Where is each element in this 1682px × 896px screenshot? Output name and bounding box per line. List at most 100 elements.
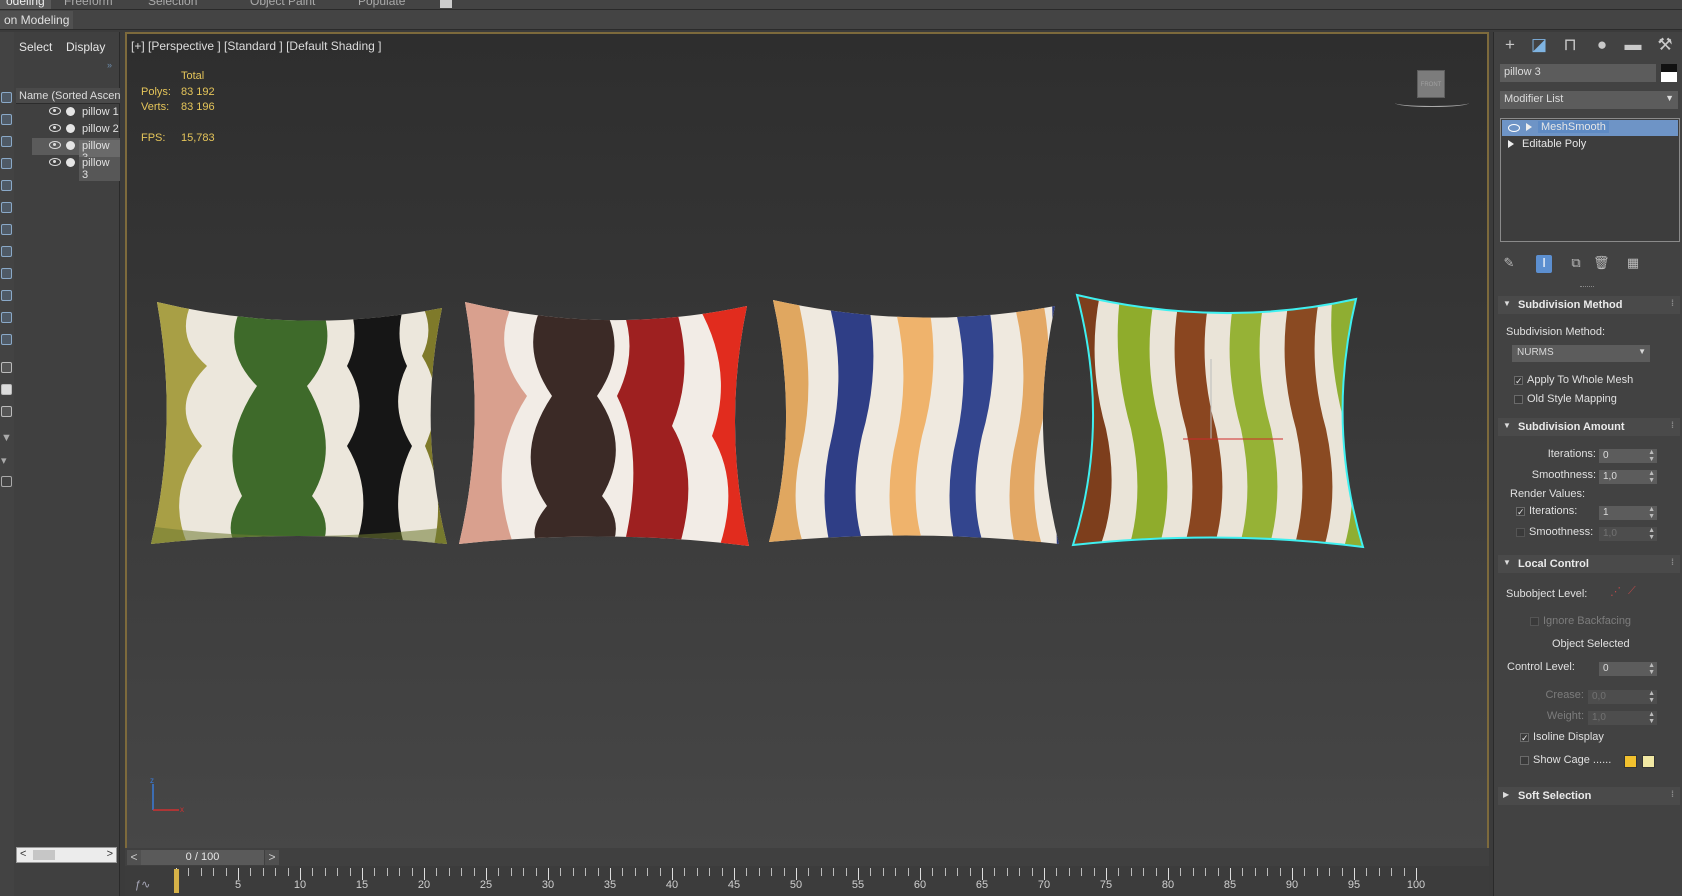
render-iterations-checkbox[interactable]: ✓ — [1516, 507, 1525, 517]
pillow-1-model[interactable] — [147, 296, 457, 554]
group-tool-icon[interactable] — [1, 224, 12, 235]
display-tab-icon[interactable]: ▬ — [1620, 34, 1646, 56]
funnel-icon[interactable]: ▾ — [1, 454, 12, 467]
ribbon-tab-populate[interactable]: Populate — [358, 0, 405, 8]
visibility-eye-icon[interactable] — [49, 158, 61, 166]
pillow-3-model[interactable] — [767, 296, 1067, 554]
crease-spinner[interactable]: 0,0 ▲ ▼ — [1588, 690, 1657, 704]
current-frame-marker[interactable] — [174, 869, 179, 893]
panel-grip[interactable] — [1580, 286, 1594, 288]
scroll-left-icon[interactable]: < — [20, 848, 26, 860]
select-tool-icon[interactable] — [1, 92, 12, 103]
show-cage-checkbox[interactable] — [1520, 756, 1529, 765]
properties-tool-icon[interactable] — [1, 406, 12, 417]
motion-tab-icon[interactable]: ● — [1589, 34, 1615, 56]
visibility-eye-icon[interactable] — [49, 107, 61, 115]
rollout-subdivision-amount[interactable]: ▼ Subdivision Amount ⁞ — [1498, 418, 1680, 436]
object-color-swatch[interactable] — [1661, 64, 1677, 82]
spinner-arrows-icon[interactable]: ▲ ▼ — [1648, 506, 1655, 520]
iterations-spinner[interactable]: 0 ▲ ▼ — [1599, 449, 1657, 463]
polygon-modeling-label[interactable]: on Modeling — [0, 11, 74, 29]
modifier-eye-icon[interactable] — [1508, 124, 1520, 132]
bone-tool-icon[interactable] — [1, 268, 12, 279]
curve-editor-icon[interactable]: ƒ∿ — [135, 878, 150, 891]
ribbon-tab-selection[interactable]: Selection — [148, 0, 197, 8]
control-level-spinner[interactable]: 0 ▲ ▼ — [1599, 662, 1657, 676]
visibility-eye-icon[interactable] — [49, 124, 61, 132]
collapse-icon[interactable]: » — [107, 60, 112, 70]
frame-ruler[interactable]: 5 10 15 20 25 30 35 40 45 50 55 60 65 70 75 80 85 90 95 100 — [176, 866, 1425, 896]
track-bar[interactable]: ƒ∿ 5 10 15 20 25 30 35 40 45 50 55 60 65 70 75 80 85 90 95… — [125, 866, 1489, 896]
ribbon-options-icon[interactable] — [440, 0, 452, 8]
viewport-label[interactable]: [+] [Perspective ] [Standard ] [Default … — [131, 39, 381, 53]
utilities-tab-icon[interactable]: ⚒ — [1652, 34, 1678, 56]
show-end-result-icon[interactable]: I — [1536, 255, 1552, 273]
pillow-4-model-selected[interactable] — [1071, 289, 1371, 557]
object-name-field[interactable]: pillow 3 — [1500, 64, 1656, 82]
display-tool-icon[interactable] — [1, 114, 12, 125]
settings-tool-icon[interactable] — [1, 312, 12, 323]
hierarchy-tab-icon[interactable]: ⊓ — [1557, 34, 1583, 56]
frame-counter[interactable]: 0 / 100 — [141, 850, 264, 865]
list-item[interactable]: pillow 3 — [32, 155, 120, 181]
scroll-thumb[interactable] — [33, 850, 55, 860]
spinner-arrows-icon[interactable]: ▲ ▼ — [1648, 470, 1655, 484]
spinner-arrows-icon[interactable]: ▲ ▼ — [1648, 449, 1655, 463]
xref-tool-icon[interactable] — [1, 246, 12, 257]
name-column-header[interactable]: Name (Sorted Ascending) — [16, 88, 120, 104]
rollout-pin-icon[interactable]: ⁞ — [1671, 298, 1674, 308]
create-tab-icon[interactable]: + — [1497, 34, 1523, 56]
modify-tab-icon[interactable]: ◪ — [1526, 34, 1552, 56]
configure-sets-icon[interactable]: ▦ — [1625, 255, 1641, 273]
rollout-subdivision-method[interactable]: ▼ Subdivision Method ⁞ — [1498, 296, 1680, 314]
previous-frame-button[interactable]: < — [127, 850, 141, 865]
perspective-viewport[interactable]: [+] [Perspective ] [Standard ] [Default … — [125, 32, 1489, 851]
time-slider[interactable]: < 0 / 100 > — [125, 848, 1489, 868]
old-style-mapping-checkbox[interactable] — [1514, 395, 1523, 404]
spacewarp-tool-icon[interactable] — [1, 202, 12, 213]
viewcube-ring[interactable] — [1395, 99, 1469, 107]
list-item[interactable]: pillow 1 — [32, 104, 120, 121]
rollout-pin-icon[interactable]: ⁞ — [1671, 789, 1674, 799]
container-tool-icon[interactable] — [1, 290, 12, 301]
isoline-display-checkbox[interactable]: ✓ — [1520, 733, 1529, 743]
camera-tool-icon[interactable] — [1, 158, 12, 169]
next-frame-button[interactable]: > — [265, 850, 279, 865]
spinner-arrows-icon[interactable]: ▲ ▼ — [1648, 662, 1655, 676]
edge-level-icon[interactable]: ⟋ — [1628, 585, 1636, 598]
spinner-arrows-icon[interactable]: ▲ ▼ — [1648, 711, 1655, 725]
rollout-local-control[interactable]: ▼ Local Control ⁞ — [1498, 555, 1680, 573]
render-smoothness-spinner[interactable]: 1,0 ▲ ▼ — [1599, 527, 1657, 541]
list-tool-icon[interactable] — [1, 362, 12, 373]
ribbon-tab-modeling[interactable]: odeling — [0, 0, 51, 9]
scroll-right-icon[interactable]: > — [107, 848, 113, 860]
stack-item-editable-poly[interactable]: Editable Poly — [1502, 137, 1678, 153]
vertex-level-icon[interactable]: ⋰ — [1610, 585, 1621, 598]
rollout-soft-selection[interactable]: ▶ Soft Selection ⁞ — [1498, 787, 1680, 805]
weight-spinner[interactable]: 1,0 ▲ ▼ — [1588, 711, 1657, 725]
helper-tool-icon[interactable] — [1, 180, 12, 191]
explorer-horizontal-scrollbar[interactable]: < > — [16, 847, 117, 863]
make-unique-icon[interactable]: ⧉ — [1568, 255, 1584, 273]
visibility-eye-icon[interactable] — [49, 141, 61, 149]
clipboard-icon[interactable] — [1, 476, 12, 487]
apply-whole-mesh-checkbox[interactable]: ✓ — [1514, 376, 1523, 386]
spinner-arrows-icon[interactable]: ▲ ▼ — [1648, 690, 1655, 704]
expand-arrow-icon[interactable] — [1508, 140, 1514, 148]
ribbon-tab-object-paint[interactable]: Object Paint — [250, 0, 315, 8]
explorer-menu-select[interactable]: Select — [19, 40, 52, 54]
filter-icon[interactable]: ▼ — [1, 432, 12, 444]
modifier-list-dropdown[interactable]: Modifier List ▼ — [1500, 91, 1678, 109]
visibility-tool-icon[interactable] — [1, 334, 12, 345]
pillow-2-model[interactable] — [457, 296, 757, 554]
render-iterations-spinner[interactable]: 1 ▲ ▼ — [1599, 506, 1657, 520]
spinner-arrows-icon[interactable]: ▲ ▼ — [1648, 527, 1655, 541]
smoothness-spinner[interactable]: 1,0 ▲ ▼ — [1599, 470, 1657, 484]
rollout-pin-icon[interactable]: ⁞ — [1671, 420, 1674, 430]
ribbon-tab-freeform[interactable]: Freeform — [64, 0, 113, 8]
list-item[interactable]: pillow 3 — [32, 138, 120, 164]
light-tool-icon[interactable] — [1, 136, 12, 147]
expand-arrow-icon[interactable] — [1526, 123, 1532, 131]
cage-color-swatch-1[interactable] — [1624, 755, 1637, 768]
rollout-pin-icon[interactable]: ⁞ — [1671, 557, 1674, 567]
